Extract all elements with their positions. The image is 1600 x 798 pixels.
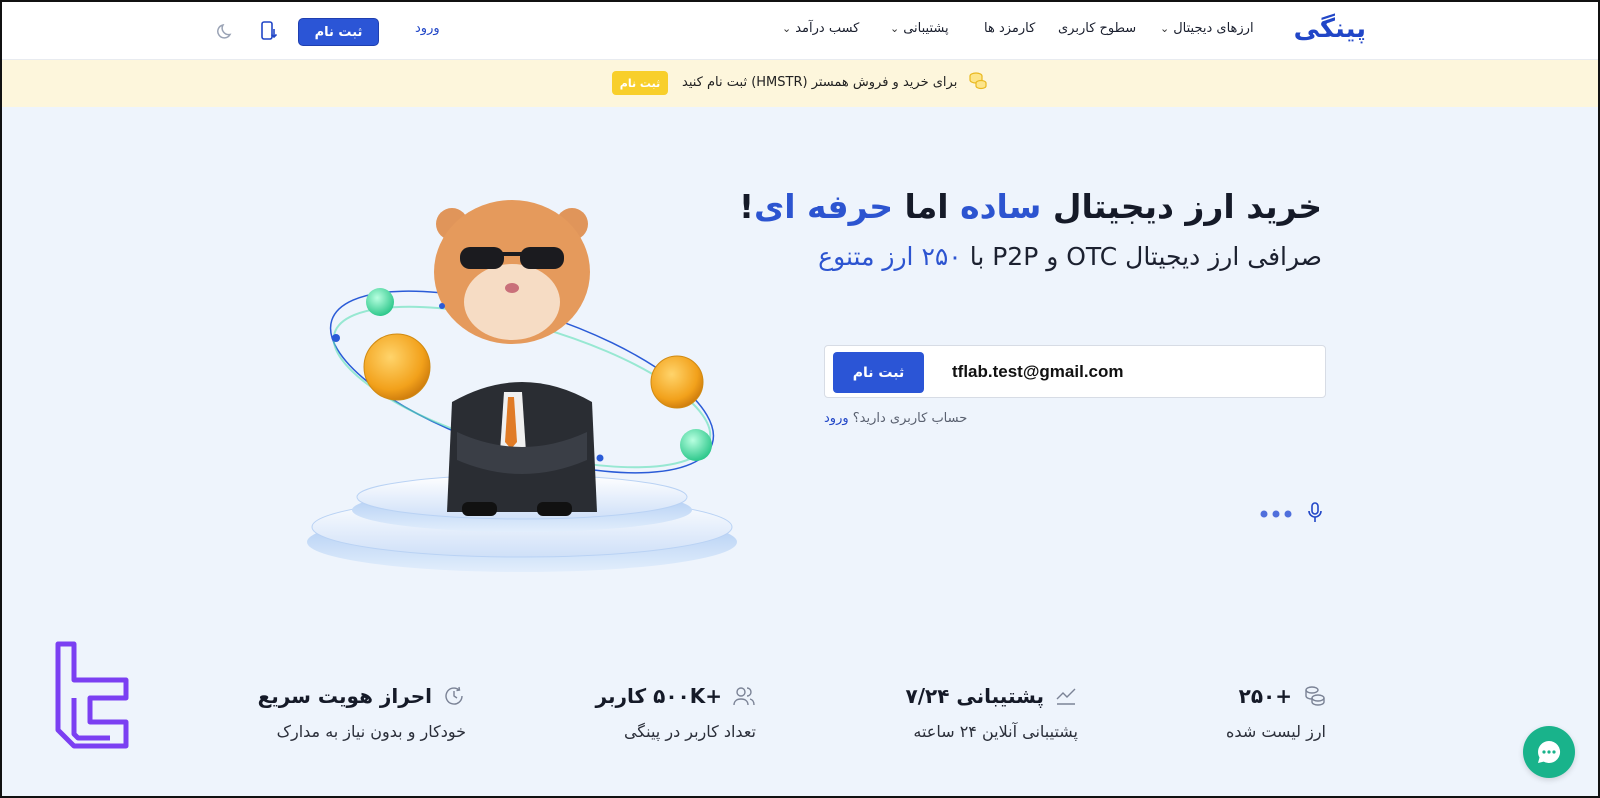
email-signup-button[interactable]: ثبت نام [833, 352, 924, 393]
nav-fees[interactable]: کارمزد ها [984, 21, 1035, 36]
stat-listed-coins: +۲۵۰ ارز لیست شده [1226, 684, 1326, 741]
hamster-illustration [307, 200, 737, 572]
stat-support: پشتیبانی ۷/۲۴ پشتیبانی آنلاین ۲۴ ساعته [905, 684, 1078, 741]
have-account-text: حساب کاربری دارید؟ ورود [824, 411, 968, 426]
app-download-icon[interactable] [261, 21, 277, 41]
hero-subtitle: صرافی ارز دیجیتال OTC و P2P با ۲۵۰ ارز م… [818, 242, 1322, 271]
nav-earn[interactable]: ⌄ کسب درآمد [782, 21, 859, 36]
nav-crypto[interactable]: ⌄ ارزهای دیجیتال [1160, 21, 1254, 36]
chart-icon [1056, 688, 1076, 705]
site-logo[interactable]: پینگی [1294, 14, 1367, 44]
chat-support-button[interactable] [1523, 726, 1575, 778]
stat-kyc: احراز هویت سریع خودکار و بدون نیاز به مد… [257, 684, 466, 741]
banner-text: برای خرید و فروش همستر (HMSTR) ثبت نام ک… [682, 75, 958, 90]
hero-title: خرید ارز دیجیتال ساده اما حرفه ای! [738, 187, 1322, 226]
nav-support[interactable]: ⌄ پشتیبانی [890, 21, 949, 36]
signup-button[interactable]: ثبت نام [298, 18, 379, 46]
chevron-down-icon: ⌄ [1160, 22, 1170, 35]
nav-user-levels[interactable]: سطوح کاربری [1058, 21, 1136, 36]
chevron-down-icon: ⌄ [782, 22, 792, 35]
mic-icon[interactable] [1307, 502, 1323, 524]
hero-login-link[interactable]: ورود [824, 411, 849, 426]
promo-banner: ثبت نام برای خرید و فروش همستر (HMSTR) ث… [2, 60, 1598, 107]
stat-users: +۵۰۰K کاربر تعداد کاربر در پینگی [595, 684, 756, 741]
top-navbar: پینگی ⌄ ارزهای دیجیتال سطوح کاربری کارمزد… [2, 2, 1598, 60]
coins-icon [969, 72, 987, 90]
moon-icon[interactable] [217, 22, 235, 40]
more-dots-icon[interactable] [1260, 509, 1292, 519]
banner-signup-button[interactable]: ثبت نام [612, 71, 668, 95]
coins-icon [1305, 686, 1325, 706]
email-field[interactable] [952, 360, 1312, 384]
signup-form: ثبت نام [824, 345, 1326, 398]
chat-icon [1538, 740, 1561, 763]
clock-icon [445, 686, 463, 705]
login-link[interactable]: ورود [415, 21, 440, 36]
tflab-watermark-logo [55, 641, 129, 749]
users-icon [733, 687, 755, 706]
chevron-down-icon: ⌄ [890, 22, 900, 35]
